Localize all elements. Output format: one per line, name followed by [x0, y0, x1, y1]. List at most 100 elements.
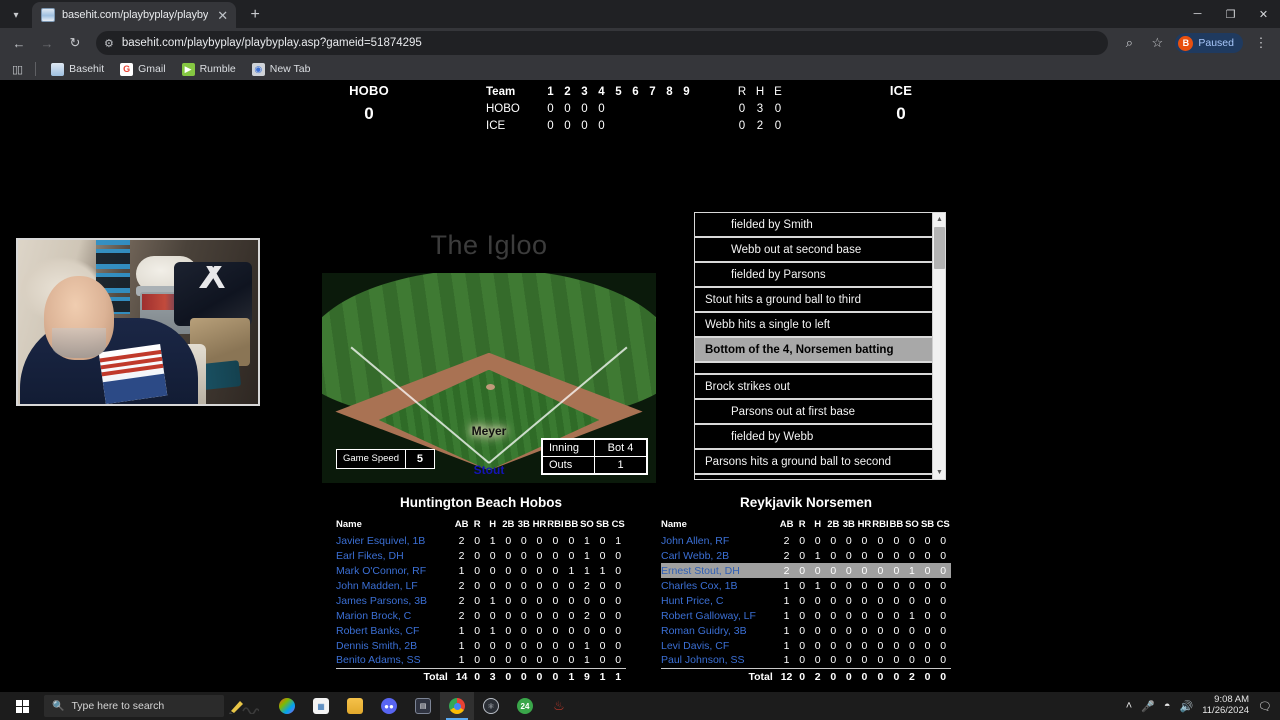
- volume-icon[interactable]: 🔊: [1179, 700, 1193, 713]
- outs-value: 1: [594, 456, 647, 474]
- play-by-play-item[interactable]: Webb out at second base: [695, 238, 932, 263]
- game-speed-control[interactable]: Game Speed 5: [336, 449, 435, 469]
- stat-3b: 0: [516, 653, 532, 669]
- play-by-play-item[interactable]: fielded by Parsons: [695, 263, 932, 288]
- inning-cell: [627, 100, 644, 117]
- stat-sb: 0: [599, 579, 606, 592]
- clock[interactable]: 9:08 AM 11/26/2024: [1202, 694, 1249, 717]
- calculator-icon[interactable]: ▤: [406, 692, 440, 720]
- bookmark-rumble[interactable]: ▶ Rumble: [176, 61, 242, 78]
- inning-cell: 0: [547, 102, 554, 115]
- player-name[interactable]: Mark O'Connor, RF: [336, 563, 454, 578]
- tab-search-icon[interactable]: ▾: [2, 2, 30, 28]
- 247-icon[interactable]: 24: [508, 692, 542, 720]
- stat-r: 0: [474, 624, 481, 637]
- bookmark-star-icon[interactable]: ☆: [1144, 30, 1170, 56]
- away-team-abbr: HOBO: [349, 83, 389, 98]
- scroll-down-icon[interactable]: ▼: [933, 466, 945, 479]
- bookmark-gmail[interactable]: G Gmail: [114, 61, 171, 78]
- file-explorer-icon[interactable]: [338, 692, 372, 720]
- play-by-play-item[interactable]: Parsons hits a ground ball to second: [695, 450, 932, 475]
- player-name[interactable]: John Madden, LF: [336, 578, 454, 593]
- stat-rbi: 0: [552, 624, 559, 637]
- apps-grid-icon[interactable]: ▯▯: [8, 63, 26, 76]
- play-by-play-list[interactable]: fielded by Smith Webb out at second base…: [695, 213, 932, 479]
- play-by-play-inning-header[interactable]: Bottom of the 4, Norsemen batting: [695, 338, 932, 363]
- pen-icon[interactable]: [224, 698, 264, 714]
- stat-bb: 0: [893, 579, 900, 592]
- play-by-play-item[interactable]: Parsons out at first base: [695, 400, 932, 425]
- player-name[interactable]: Charles Cox, 1B: [661, 578, 779, 593]
- player-name[interactable]: Dennis Smith, 2B: [336, 638, 454, 653]
- player-name[interactable]: Paul Johnson, SS: [661, 653, 779, 669]
- player-name[interactable]: James Parsons, 3B: [336, 593, 454, 608]
- total-bb: 0: [888, 667, 905, 684]
- player-name[interactable]: Robert Galloway, LF: [661, 608, 779, 623]
- player-name[interactable]: Levi Davis, CF: [661, 638, 779, 653]
- stat-sb: 0: [594, 653, 611, 669]
- zoom-icon[interactable]: ⌕: [1116, 30, 1142, 56]
- close-window-button[interactable]: ✕: [1247, 0, 1280, 28]
- player-name[interactable]: Benito Adams, SS: [336, 653, 454, 669]
- play-by-play-item[interactable]: fielded by Webb: [695, 425, 932, 450]
- minimize-button[interactable]: ─: [1181, 0, 1214, 28]
- stat-so: 0: [909, 594, 915, 607]
- stat-r: 0: [794, 653, 810, 669]
- stat-2b: 0: [505, 579, 512, 592]
- microsoft-store-icon[interactable]: ▦: [304, 692, 338, 720]
- col-sb: SB: [920, 519, 935, 530]
- player-name[interactable]: Carl Webb, 2B: [661, 548, 779, 563]
- address-bar[interactable]: ⚙ basehit.com/playbyplay/playbyplay.asp?…: [96, 31, 1109, 55]
- player-name[interactable]: John Allen, RF: [661, 533, 779, 548]
- back-button[interactable]: ←: [6, 30, 32, 56]
- inning-cell: [678, 100, 695, 117]
- play-by-play-item[interactable]: Brock strikes out: [695, 375, 932, 400]
- tab-close-icon[interactable]: ✕: [215, 9, 230, 22]
- scrollbar-thumb[interactable]: [934, 227, 945, 269]
- stat-cs: 0: [615, 594, 622, 607]
- wifi-icon[interactable]: ◓: [1164, 700, 1171, 712]
- play-by-play-item[interactable]: fielded by Smith: [695, 213, 932, 238]
- taskbar-search-input[interactable]: 🔍 Type here to search: [44, 695, 224, 717]
- runs-header: R: [737, 85, 747, 98]
- home-team-abbr: ICE: [889, 83, 913, 98]
- discord-icon[interactable]: ●●: [372, 692, 406, 720]
- player-name[interactable]: Marion Brock, C: [336, 608, 454, 623]
- stat-h: 0: [814, 639, 821, 652]
- stat-ab: 2: [783, 549, 790, 562]
- play-by-play-item[interactable]: Stout hits a ground ball to third: [695, 288, 932, 313]
- start-button[interactable]: [0, 692, 44, 720]
- notification-icon[interactable]: 🗨: [1258, 700, 1272, 713]
- bookmark-new-tab[interactable]: ◉ New Tab: [246, 61, 317, 78]
- mic-icon[interactable]: 🎤: [1141, 700, 1155, 713]
- player-name[interactable]: Roman Guidry, 3B: [661, 623, 779, 638]
- player-name[interactable]: Earl Fikes, DH: [336, 548, 454, 563]
- profile-status-badge[interactable]: B Paused: [1175, 33, 1243, 53]
- new-tab-button[interactable]: +: [242, 2, 268, 28]
- reload-button[interactable]: ↻: [62, 30, 88, 56]
- player-name[interactable]: Robert Banks, CF: [336, 623, 454, 638]
- obs-studio-icon[interactable]: ⚛: [474, 692, 508, 720]
- player-name[interactable]: Ernest Stout, DH: [661, 563, 779, 578]
- bookmark-basehit[interactable]: Basehit: [45, 61, 110, 78]
- flame-icon[interactable]: ♨: [542, 692, 576, 720]
- stat-ab: 1: [783, 594, 790, 607]
- player-name[interactable]: Hunt Price, C: [661, 593, 779, 608]
- hits-cell: 2: [756, 119, 764, 132]
- forward-button[interactable]: →: [34, 30, 60, 56]
- chrome-icon[interactable]: [440, 692, 474, 720]
- browser-tab[interactable]: basehit.com/playbyplay/playby ✕: [32, 2, 237, 28]
- tray-chevron-icon[interactable]: ˄: [1126, 700, 1132, 712]
- site-settings-icon[interactable]: ⚙: [104, 37, 114, 50]
- copilot-icon[interactable]: [270, 692, 304, 720]
- total-label: Total: [336, 667, 454, 684]
- play-by-play-item[interactable]: Webb hits a single to left: [695, 313, 932, 338]
- stat-ab: 2: [458, 549, 465, 562]
- game-speed-value[interactable]: 5: [406, 450, 434, 468]
- play-by-play-scrollbar[interactable]: ▲ ▼: [932, 213, 945, 479]
- player-name[interactable]: Javier Esquivel, 1B: [336, 533, 454, 548]
- scroll-up-icon[interactable]: ▲: [933, 213, 945, 226]
- maximize-button[interactable]: ❐: [1214, 0, 1247, 28]
- browser-menu-icon[interactable]: ⋮: [1248, 30, 1274, 56]
- inning-cell: 0: [598, 102, 605, 115]
